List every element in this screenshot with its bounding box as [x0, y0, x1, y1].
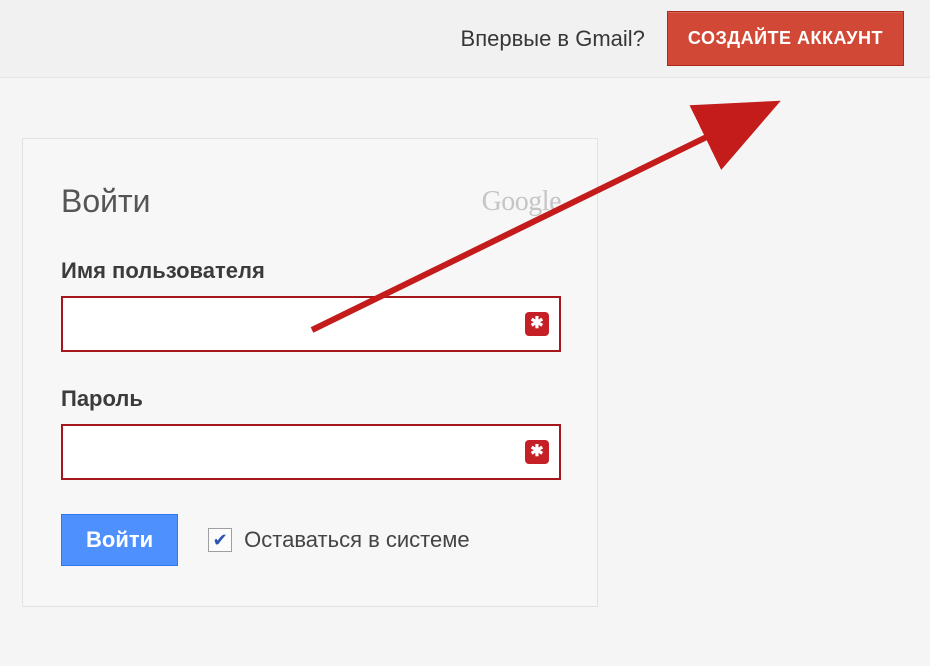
login-panel: Войти Google Имя пользователя ✱ Пароль ✱…: [22, 138, 598, 607]
login-header: Войти Google: [61, 183, 561, 220]
login-title: Войти: [61, 183, 151, 220]
stay-signed-in-toggle[interactable]: ✔ Оставаться в системе: [208, 527, 469, 553]
content-area: Войти Google Имя пользователя ✱ Пароль ✱…: [0, 78, 930, 666]
checkbox-icon: ✔: [208, 528, 232, 552]
password-field-wrapper: ✱: [61, 424, 561, 480]
first-time-prompt: Впервые в Gmail?: [461, 26, 645, 52]
login-actions: Войти ✔ Оставаться в системе: [61, 514, 561, 566]
password-input[interactable]: [73, 426, 519, 478]
stay-signed-in-label: Оставаться в системе: [244, 527, 469, 553]
password-label: Пароль: [61, 386, 561, 412]
password-manager-icon[interactable]: ✱: [525, 440, 549, 464]
username-label: Имя пользователя: [61, 258, 561, 284]
create-account-button[interactable]: СОЗДАЙТЕ АККАУНТ: [667, 11, 904, 66]
top-bar: Впервые в Gmail? СОЗДАЙТЕ АККАУНТ: [0, 0, 930, 78]
username-field-wrapper: ✱: [61, 296, 561, 352]
google-logo: Google: [482, 186, 561, 218]
login-button[interactable]: Войти: [61, 514, 178, 566]
username-input[interactable]: [73, 298, 519, 350]
password-manager-icon[interactable]: ✱: [525, 312, 549, 336]
